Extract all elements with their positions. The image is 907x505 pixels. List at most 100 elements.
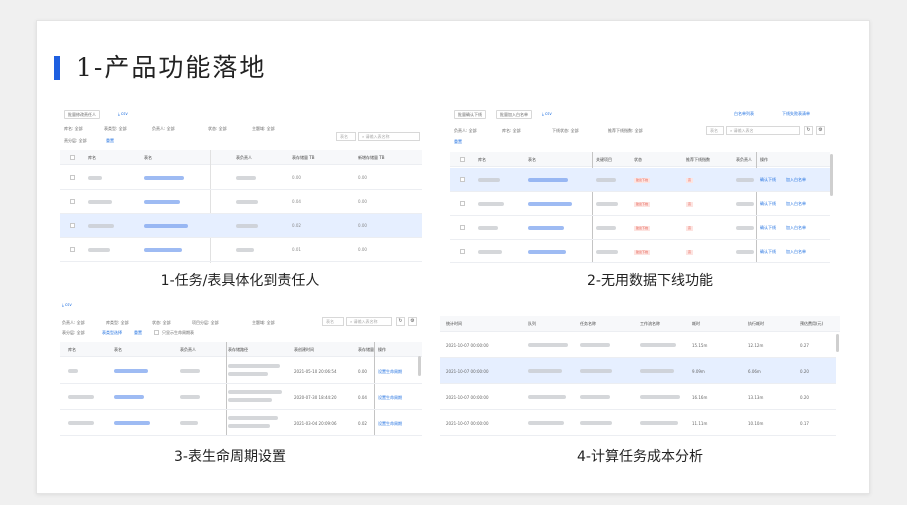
storage-value: 0.04	[358, 395, 367, 400]
row-checkbox[interactable]	[460, 177, 465, 182]
table-row[interactable]: 0.04 0.00	[60, 190, 422, 214]
table-row[interactable]: 2021-03-04 20:09:06 0.02 设置生命周期	[60, 410, 422, 436]
add-whitelist-link[interactable]: 加入白名单	[786, 249, 806, 255]
set-lifecycle-link[interactable]: 设置生命周期	[378, 369, 402, 375]
batch-whitelist-button[interactable]: 批量加入白名单	[496, 110, 532, 119]
offline-failed-link[interactable]: 下线失败表清单	[782, 111, 810, 117]
table-name-blurred[interactable]	[144, 200, 180, 204]
confirm-offline-link[interactable]: 确认下线	[760, 249, 776, 255]
filter-db[interactable]: 库名: 全部	[64, 126, 83, 132]
batch-owner-button[interactable]: 批量修改责任人	[64, 110, 100, 119]
set-lifecycle-link[interactable]: 设置生命周期	[378, 421, 402, 427]
storage-value: 0.04	[292, 199, 301, 204]
refresh-icon[interactable]: ↻	[804, 126, 813, 135]
row-checkbox[interactable]	[70, 247, 75, 252]
settings-gear-icon[interactable]: ⚙	[408, 317, 417, 326]
table-row[interactable]: 2021-10-07 00:00:00 15.15m 12.12m 0.27	[440, 332, 836, 358]
table-name-blurred[interactable]	[528, 202, 572, 206]
filter-layer[interactable]: 责分层: 全部	[64, 138, 87, 144]
table-row[interactable]: 2020-07-30 18:44:20 0.04 设置生命周期	[60, 384, 422, 410]
search-input[interactable]: ⌕ 请输入表名称	[346, 317, 392, 326]
add-whitelist-link[interactable]: 加入白名单	[786, 201, 806, 207]
set-lifecycle-link[interactable]: 设置生命周期	[378, 395, 402, 401]
table-header: 库名 表名 表负责人 表存储量 TB 新增存储量 TB	[60, 150, 422, 165]
settings-gear-icon[interactable]: ⚙	[816, 126, 825, 135]
scrollbar[interactable]	[830, 154, 833, 196]
filter-db-type[interactable]: 库类型: 全部	[106, 320, 129, 326]
db-name-blurred	[478, 202, 504, 206]
filter-domain[interactable]: 主题域: 全部	[252, 320, 275, 326]
confirm-offline-link[interactable]: 确认下线	[760, 225, 776, 231]
table-name-blurred[interactable]	[528, 250, 566, 254]
lifecycle-only-checkbox[interactable]	[154, 330, 159, 335]
filter-domain[interactable]: 主题域: 全部	[252, 126, 275, 132]
table-row-selected[interactable]: 0.02 0.00	[60, 214, 422, 238]
filter-table-layer[interactable]: 表分层: 全部	[62, 330, 85, 336]
table-name-blurred[interactable]	[144, 176, 184, 180]
table-name-blurred[interactable]	[144, 224, 188, 228]
filter-project-layer[interactable]: 项目分层: 全部	[192, 320, 219, 326]
refresh-icon[interactable]: ↻	[396, 317, 405, 326]
col-key-project: 关键项目	[596, 157, 612, 162]
reset-link[interactable]: 重置	[454, 139, 462, 145]
confirm-offline-link[interactable]: 确认下线	[760, 177, 776, 183]
table-name-blurred[interactable]	[114, 395, 144, 399]
export-csv-link[interactable]: ⤓ csv	[542, 111, 552, 116]
db-name-blurred	[88, 200, 112, 204]
search-select[interactable]: 表名	[336, 132, 356, 141]
table-row[interactable]: 0.00 0.00	[60, 166, 422, 190]
filter-offline-status[interactable]: 下线状态: 全部	[552, 128, 579, 134]
row-checkbox[interactable]	[460, 201, 465, 206]
filter-owner[interactable]: 负责人: 全部	[152, 126, 175, 132]
export-csv-link[interactable]: ⤓ csv	[118, 111, 128, 116]
table-row[interactable]: 建议下线 高 确认下线 加入白名单	[450, 240, 830, 263]
reset-link[interactable]: 重置	[134, 330, 142, 336]
filter-status[interactable]: 状态: 全部	[208, 126, 227, 132]
row-checkbox[interactable]	[70, 199, 75, 204]
table-name-blurred[interactable]	[528, 178, 568, 182]
table-row-selected[interactable]: 2021-10-07 00:00:00 9.09m 6.06m 0.20	[440, 358, 836, 384]
col-owner: 表负责人	[736, 157, 752, 162]
add-whitelist-link[interactable]: 加入白名单	[786, 225, 806, 231]
scrollbar[interactable]	[836, 334, 839, 352]
table-name-blurred[interactable]	[114, 421, 150, 425]
table-row[interactable]: 建议下线 高 确认下线 加入白名单	[450, 216, 830, 240]
queue-blurred	[528, 395, 566, 399]
table-row[interactable]: 2021-10-07 00:00:00 11.11m 10.10m 0.17	[440, 410, 836, 436]
filter-table-type[interactable]: 表类型: 全部	[104, 126, 127, 132]
select-all-checkbox[interactable]	[460, 157, 465, 162]
filter-status[interactable]: 状态: 全部	[152, 320, 171, 326]
reset-link[interactable]: 重置	[106, 138, 114, 144]
path-blurred	[228, 424, 270, 428]
row-checkbox[interactable]	[70, 175, 75, 180]
select-all-checkbox[interactable]	[70, 155, 75, 160]
table-name-blurred[interactable]	[114, 369, 148, 373]
row-checkbox[interactable]	[70, 223, 75, 228]
table-name-blurred[interactable]	[144, 248, 182, 252]
db-name-blurred	[68, 421, 94, 425]
search-select[interactable]: 表名	[322, 317, 344, 326]
table-row-selected[interactable]: 建议下线 高 确认下线 加入白名单	[450, 168, 830, 192]
search-input[interactable]: ⌕ 请输入表名	[726, 126, 800, 135]
confirm-offline-link[interactable]: 确认下线	[760, 201, 776, 207]
owner-blurred	[736, 202, 754, 206]
scrollbar[interactable]	[418, 356, 421, 376]
filter-table-type[interactable]: 表类型选择	[102, 330, 122, 336]
whitelist-link[interactable]: 白名单列表	[734, 111, 754, 117]
table-row[interactable]: 建议下线 高 确认下线 加入白名单	[450, 192, 830, 216]
table-row[interactable]: 2021-05-10 20:06:54 0.00 设置生命周期	[60, 358, 422, 384]
filter-owner[interactable]: 负责人: 全部	[454, 128, 477, 134]
search-select[interactable]: 表名	[706, 126, 724, 135]
filter-owner[interactable]: 负责人: 全部	[62, 320, 85, 326]
filter-offline-index[interactable]: 推荐下线指数: 全部	[608, 128, 643, 134]
row-checkbox[interactable]	[460, 249, 465, 254]
table-row[interactable]: 2021-10-07 00:00:00 16.16m 13.13m 0.20	[440, 384, 836, 410]
filter-db[interactable]: 库名: 全部	[502, 128, 521, 134]
table-row[interactable]: 0.01 0.00	[60, 238, 422, 262]
add-whitelist-link[interactable]: 加入白名单	[786, 177, 806, 183]
table-name-blurred[interactable]	[528, 226, 564, 230]
search-input[interactable]: ⌕ 请输入表名称	[358, 132, 420, 141]
batch-confirm-offline-button[interactable]: 批量确认下线	[454, 110, 486, 119]
export-csv-link[interactable]: ⤓ csv	[62, 302, 72, 307]
row-checkbox[interactable]	[460, 225, 465, 230]
